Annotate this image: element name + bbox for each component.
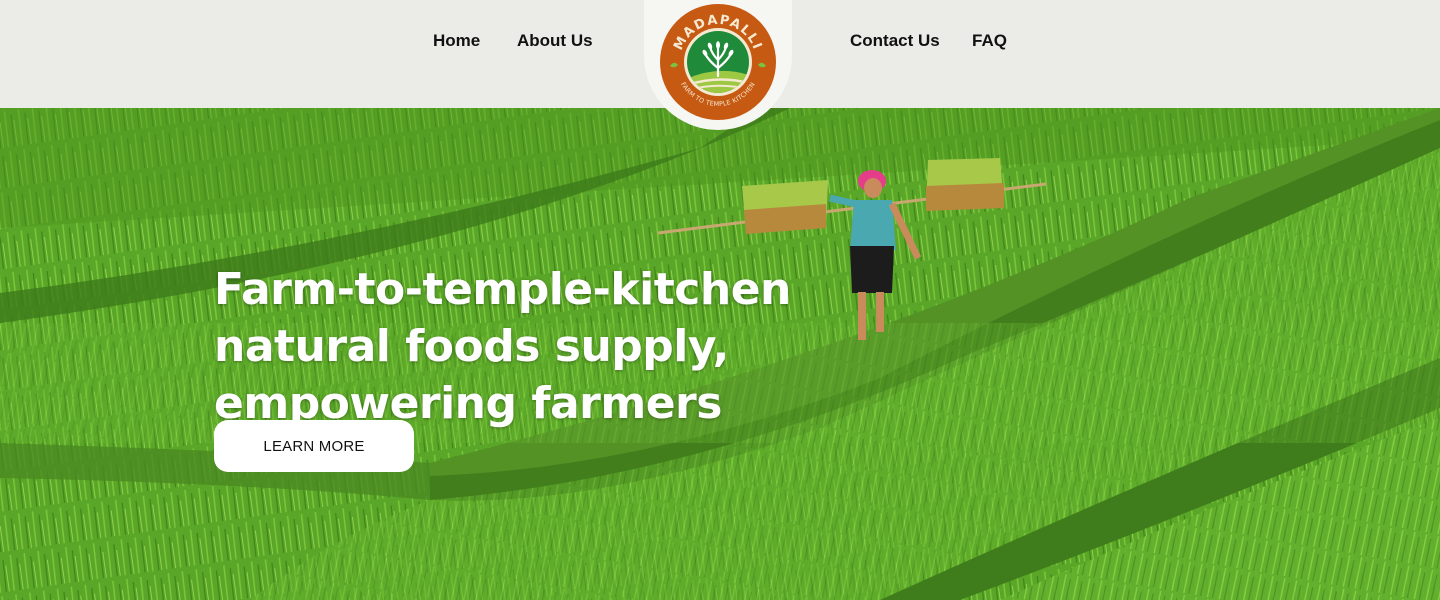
nav-home-link[interactable]: Home bbox=[433, 30, 480, 52]
madapalli-logo: MADAPALLI FARM TO TEMPLE KITCHEN bbox=[660, 4, 776, 120]
nav-contact-link[interactable]: Contact Us bbox=[850, 30, 940, 52]
hero-headline-line-1: Farm-to-temple-kitchen bbox=[214, 264, 791, 316]
nav-faq-link[interactable]: FAQ bbox=[972, 30, 1007, 52]
hero-headline: Farm-to-temple-kitchen natural foods sup… bbox=[214, 261, 791, 432]
learn-more-button[interactable]: LEARN MORE bbox=[214, 420, 414, 472]
hero-banner: Farm-to-temple-kitchen natural foods sup… bbox=[0, 108, 1440, 600]
logo-badge[interactable]: MADAPALLI FARM TO TEMPLE KITCHEN bbox=[644, 0, 792, 130]
nav-about-link[interactable]: About Us bbox=[517, 30, 593, 52]
hero-headline-line-2: natural foods supply, bbox=[214, 321, 729, 373]
